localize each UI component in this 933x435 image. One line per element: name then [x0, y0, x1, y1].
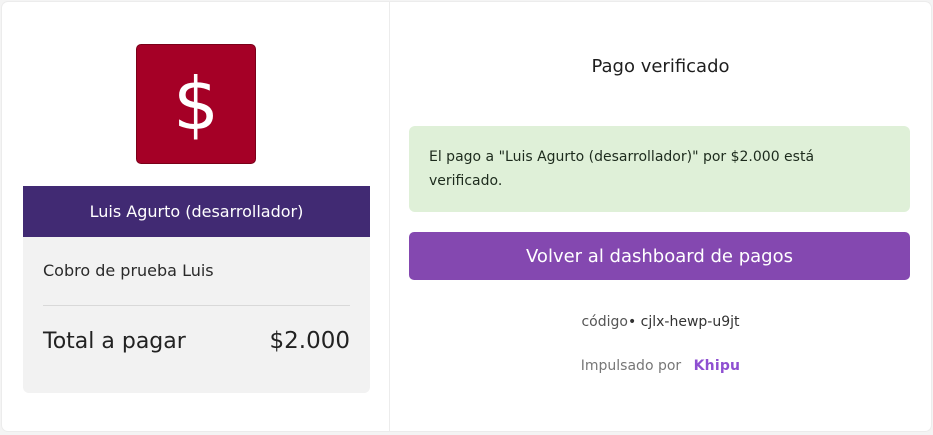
- back-button-label: Volver al dashboard de pagos: [526, 245, 793, 267]
- total-amount: $2.000: [269, 328, 350, 354]
- payment-concept: Cobro de prueba Luis: [43, 261, 214, 280]
- total-label: Total a pagar: [43, 329, 186, 354]
- code-separator: •: [627, 314, 641, 330]
- powered-by-label: Impulsado por: [580, 358, 682, 374]
- status-panel: Pago verificado El pago a "Luis Agurto (…: [390, 2, 931, 431]
- code-label: código: [581, 314, 628, 330]
- powered-by: Impulsado por Khipu: [390, 358, 931, 374]
- page: $ Luis Agurto (desarrollador) Cobro de p…: [0, 0, 933, 435]
- success-alert: El pago a "Luis Agurto (desarrollador)" …: [409, 126, 910, 212]
- merchant-name: Luis Agurto (desarrollador): [89, 202, 304, 221]
- merchant-name-bar: Luis Agurto (desarrollador): [23, 186, 370, 237]
- merchant-logo: $: [136, 44, 256, 164]
- dollar-icon: $: [173, 62, 219, 146]
- payment-code: código• cjlx-hewp-u9jt: [390, 314, 931, 330]
- payment-card: $ Luis Agurto (desarrollador) Cobro de p…: [2, 2, 931, 431]
- payment-summary: Cobro de prueba Luis Total a pagar $2.00…: [23, 237, 370, 393]
- merchant-panel: $ Luis Agurto (desarrollador) Cobro de p…: [2, 2, 390, 431]
- code-value: cjlx-hewp-u9jt: [640, 314, 740, 330]
- khipu-logo[interactable]: Khipu: [694, 358, 741, 374]
- back-to-dashboard-button[interactable]: Volver al dashboard de pagos: [409, 232, 910, 280]
- summary-divider: [43, 305, 350, 306]
- status-title: Pago verificado: [591, 56, 730, 77]
- success-message: El pago a "Luis Agurto (desarrollador)" …: [429, 149, 815, 189]
